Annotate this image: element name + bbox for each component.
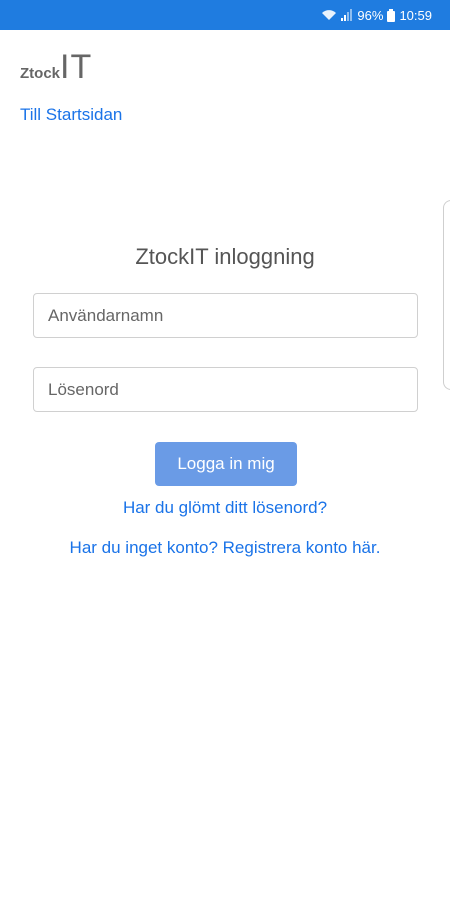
clock: 10:59: [399, 7, 432, 23]
battery-icon: [387, 8, 396, 22]
home-link[interactable]: Till Startsidan: [20, 105, 122, 125]
register-link[interactable]: Har du inget konto? Registrera konto här…: [0, 538, 450, 558]
logo-small-text: Ztock: [20, 65, 61, 82]
battery-percent: 96%: [357, 7, 384, 23]
wifi-icon: [321, 9, 337, 21]
signal-icon: [341, 9, 353, 21]
username-input[interactable]: [33, 293, 418, 338]
forgot-password-link[interactable]: Har du glömt ditt lösenord?: [0, 498, 450, 518]
password-input[interactable]: [33, 367, 418, 412]
login-title: ZtockIT inloggning: [135, 244, 315, 269]
app-logo: Ztock IT: [20, 48, 92, 87]
login-button[interactable]: Logga in mig: [155, 442, 297, 486]
logo-big-text: IT: [60, 48, 93, 86]
status-bar: 96% 10:59: [0, 0, 450, 30]
side-panel-handle[interactable]: [443, 200, 450, 390]
